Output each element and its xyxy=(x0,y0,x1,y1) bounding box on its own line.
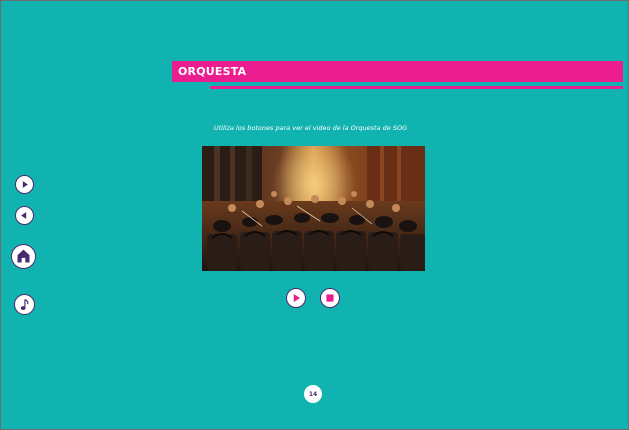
home-icon xyxy=(17,249,30,263)
title-underline xyxy=(210,86,623,89)
page-number: 14 xyxy=(304,385,322,403)
slide-frame: ORQUESTA Utiliza los botones para ver el… xyxy=(0,0,629,430)
play-right-icon xyxy=(22,181,28,188)
home-button[interactable] xyxy=(11,244,36,269)
page-title: ORQUESTA xyxy=(178,65,247,78)
next-button[interactable] xyxy=(15,175,34,194)
stop-icon xyxy=(326,294,334,302)
orchestra-image xyxy=(202,146,425,271)
play-icon xyxy=(293,293,301,303)
instruction-text: Utiliza los botones para ver el video de… xyxy=(213,124,408,132)
play-left-icon xyxy=(21,212,27,219)
orchestra-video[interactable] xyxy=(202,146,425,271)
play-button[interactable] xyxy=(286,288,306,308)
previous-button[interactable] xyxy=(15,206,34,225)
stop-button[interactable] xyxy=(320,288,340,308)
music-note-icon xyxy=(20,298,29,310)
title-banner: ORQUESTA xyxy=(172,61,623,82)
music-button[interactable] xyxy=(14,294,35,315)
